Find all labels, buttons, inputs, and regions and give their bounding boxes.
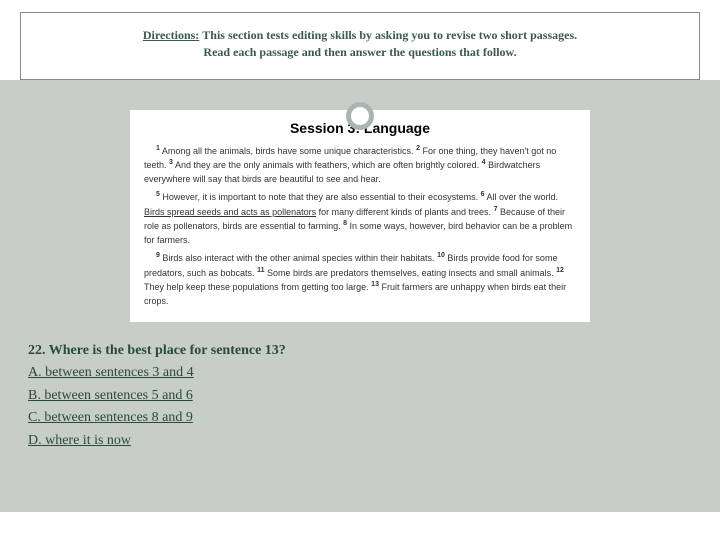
directions-text: Directions: This section tests editing s…: [31, 27, 689, 61]
directions-box: Directions: This section tests editing s…: [20, 12, 700, 80]
question-text: 22. Where is the best place for sentence…: [28, 340, 692, 362]
directions-line1: This section tests editing skills by ask…: [202, 28, 577, 42]
passage-paragraph-2: 5 However, it is important to note that …: [144, 190, 576, 247]
answer-choice-d[interactable]: D. where it is now: [28, 430, 692, 452]
content-area: Session 3: Language 1 Among all the anim…: [0, 80, 720, 512]
directions-line2: Read each passage and then answer the qu…: [203, 45, 516, 59]
divider-circle-icon: [346, 102, 374, 130]
answer-choice-a[interactable]: A. between sentences 3 and 4: [28, 362, 692, 384]
answer-choice-b[interactable]: B. between sentences 5 and 6: [28, 385, 692, 407]
slide: Directions: This section tests editing s…: [0, 12, 720, 552]
passage-paragraph-3: 9 Birds also interact with the other ani…: [144, 251, 576, 308]
answer-choice-c[interactable]: C. between sentences 8 and 9: [28, 407, 692, 429]
question-block: 22. Where is the best place for sentence…: [28, 340, 692, 452]
directions-label: Directions:: [143, 28, 199, 42]
passage-paragraph-1: 1 Among all the animals, birds have some…: [144, 144, 576, 187]
passage-card: Session 3: Language 1 Among all the anim…: [130, 110, 590, 323]
